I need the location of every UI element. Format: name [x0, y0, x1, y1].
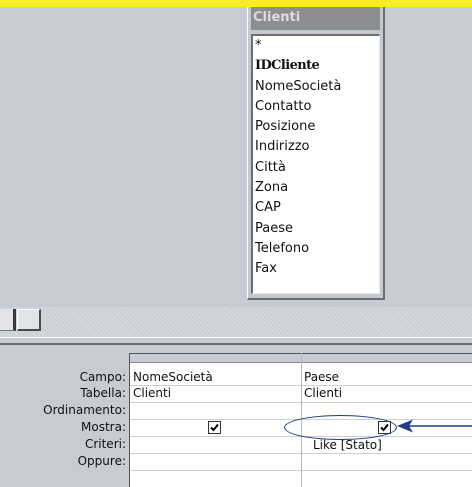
- field-item-all[interactable]: *: [253, 36, 379, 56]
- cell-campo-col2[interactable]: Paese: [301, 369, 469, 385]
- field-item-paese[interactable]: Paese: [253, 219, 379, 239]
- cell-campo-col1[interactable]: NomeSocietà: [130, 369, 298, 385]
- field-item-zona[interactable]: Zona: [253, 178, 379, 198]
- row-label-criteri: Criteri:: [84, 437, 126, 451]
- column-selector-2[interactable]: [301, 353, 472, 363]
- annotation-arrow-icon: [397, 419, 472, 433]
- table-window-title[interactable]: Clienti: [251, 7, 380, 30]
- field-item-posizione[interactable]: Posizione: [253, 117, 379, 137]
- query-design-view: Clienti * IDCliente NomeSocietà Contatto…: [0, 0, 472, 487]
- cell-ordinamento-col1[interactable]: [130, 402, 298, 418]
- field-list[interactable]: * IDCliente NomeSocietà Contatto Posizio…: [251, 34, 380, 294]
- column-selector-1[interactable]: [130, 353, 301, 363]
- horizontal-scrollbar-track[interactable]: [0, 307, 472, 337]
- row-label-oppure: Oppure:: [77, 454, 126, 468]
- cell-oppure-col1[interactable]: [130, 454, 298, 470]
- cell-tabella-col1[interactable]: Clienti: [130, 385, 298, 401]
- pane-splitter[interactable]: [0, 337, 472, 345]
- cell-oppure-col2[interactable]: [301, 454, 469, 470]
- scrollbar-thumb[interactable]: [17, 309, 41, 331]
- table-window-clienti[interactable]: Clienti * IDCliente NomeSocietà Contatto…: [247, 7, 385, 300]
- field-item-fax[interactable]: Fax: [253, 259, 379, 279]
- mostra-checkbox-col1[interactable]: [208, 421, 221, 434]
- field-item-indirizzo[interactable]: Indirizzo: [253, 137, 379, 157]
- row-label-campo: Campo:: [79, 370, 126, 384]
- table-pane[interactable]: Clienti * IDCliente NomeSocietà Contatto…: [0, 7, 472, 307]
- field-item-nomesocieta[interactable]: NomeSocietà: [253, 77, 379, 97]
- field-item-contatto[interactable]: Contatto: [253, 97, 379, 117]
- criteria-highlight-oval: [284, 415, 397, 440]
- row-label-ordinamento: Ordinamento:: [43, 403, 126, 417]
- field-item-telefono[interactable]: Telefono: [253, 239, 379, 259]
- row-label-mostra: Mostra:: [81, 420, 126, 434]
- checkmark-icon: [210, 423, 219, 432]
- field-item-cap[interactable]: CAP: [253, 198, 379, 218]
- row-label-tabella: Tabella:: [80, 386, 126, 400]
- field-item-citta[interactable]: Città: [253, 158, 379, 178]
- field-item-idcliente[interactable]: IDCliente: [253, 56, 379, 76]
- scroll-left-button[interactable]: [0, 309, 16, 331]
- title-highlight-strip: [0, 0, 472, 7]
- cell-tabella-col2[interactable]: Clienti: [301, 385, 469, 401]
- cell-criteri-col1[interactable]: [130, 437, 298, 453]
